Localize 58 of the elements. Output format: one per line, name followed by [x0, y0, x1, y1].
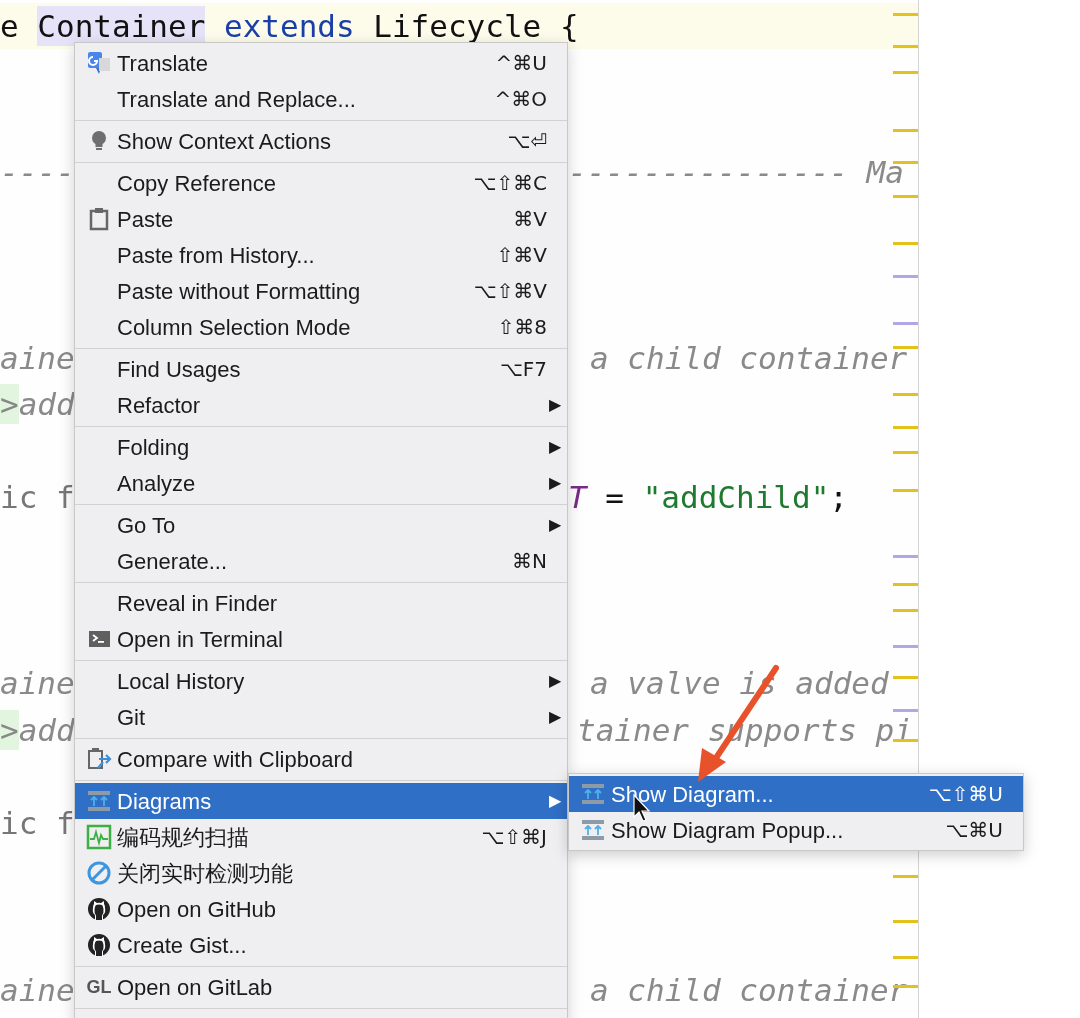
github-icon	[86, 932, 112, 958]
menu-item[interactable]: Find Usages ⌥F7	[75, 351, 567, 387]
diagram-icon	[580, 781, 606, 807]
menu-item[interactable]: Compare with Clipboard	[75, 741, 567, 777]
code-text: >	[0, 384, 19, 424]
prohibited-icon	[86, 860, 112, 886]
menu-item[interactable]: Show Context Actions ⌥⏎	[75, 123, 567, 159]
menu-item[interactable]: Paste ⌘V	[75, 201, 567, 237]
code-text: e	[0, 7, 20, 46]
menu-item[interactable]: Copy Reference ⌥⇧⌘C	[75, 165, 567, 201]
github-icon	[86, 896, 112, 922]
menu-item[interactable]: Go To ▶	[75, 507, 567, 543]
menu-item[interactable]: Generate... ⌘N	[75, 543, 567, 579]
menu-item[interactable]: Refactor ▶	[75, 387, 567, 423]
code-comment: aine	[0, 970, 75, 1010]
menu-item[interactable]: 编码规约扫描 ⌥⇧⌘J	[75, 819, 567, 855]
diagram-icon	[580, 817, 606, 843]
menu-item[interactable]: Paste from History... ⇧⌘V	[75, 237, 567, 273]
code-comment: add	[18, 710, 75, 750]
code-text: =	[604, 478, 625, 517]
code-comment: --------------- Ma	[568, 152, 904, 192]
pulse-icon	[86, 824, 112, 850]
menu-item[interactable]: Column Selection Mode ⇧⌘8	[75, 309, 567, 345]
menu-item[interactable]: Git ▶	[75, 699, 567, 735]
menu-item[interactable]: Local History ▶	[75, 663, 567, 699]
code-comment: a child container	[590, 338, 908, 378]
code-comment: add	[18, 385, 75, 424]
code-string: "addChild"	[642, 478, 830, 517]
menu-item[interactable]: Translate and Replace... ^⌘O	[75, 81, 567, 117]
menu-item[interactable]: Show Diagram Popup... ⌥⌘U	[569, 812, 1023, 848]
code-comment: aine	[0, 338, 75, 378]
menu-item[interactable]: Folding ▶	[75, 429, 567, 465]
code-text: ;	[829, 478, 848, 517]
translate-icon	[86, 50, 112, 76]
diagram-icon	[86, 788, 112, 814]
code-comment: aine	[0, 664, 75, 703]
highlighted-identifier: Container	[37, 6, 206, 46]
menu-item[interactable]: Diagrams ▶	[75, 783, 567, 819]
menu-item[interactable]: Translate ^⌘U	[75, 45, 567, 81]
menu-item[interactable]: Open on GitHub	[75, 891, 567, 927]
compare-icon	[86, 746, 112, 772]
code-keyword: extends	[222, 7, 356, 46]
menu-item[interactable]: Paste without Formatting ⌥⇧⌘V	[75, 273, 567, 309]
menu-item[interactable]: GL Open on GitLab	[75, 969, 567, 1005]
menu-item[interactable]: Open in Terminal	[75, 621, 567, 657]
code-text: >	[0, 709, 19, 750]
menu-item[interactable]: Reveal in Finder	[75, 585, 567, 621]
menu-item[interactable]: Create Gist...	[75, 927, 567, 963]
menu-item[interactable]: 关闭实时检测功能	[75, 855, 567, 891]
code-text: ic f	[0, 478, 75, 517]
gl-icon: GL	[86, 973, 112, 1001]
menu-item[interactable]: Analyze ▶	[75, 465, 567, 501]
menu-item[interactable]: Show Diagram... ⌥⇧⌘U	[569, 776, 1023, 812]
code-comment: ----	[0, 152, 75, 192]
code-text: ic f	[0, 803, 75, 843]
code-constant: T	[568, 478, 587, 517]
code-text: Lifecycle {	[373, 7, 579, 46]
code-comment: a child container	[590, 970, 908, 1010]
